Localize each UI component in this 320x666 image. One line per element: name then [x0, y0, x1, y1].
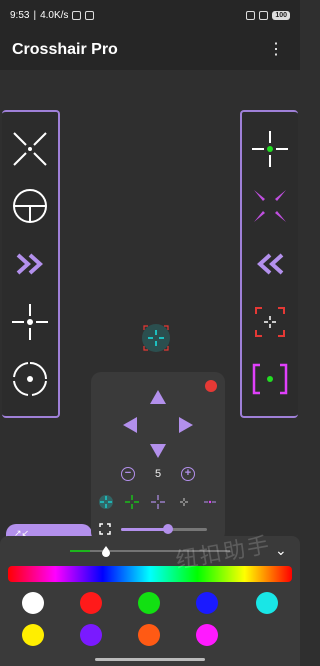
teal-crosshair-icon[interactable]: [97, 493, 115, 511]
hue-slider[interactable]: [8, 566, 292, 582]
teal-crosshair-icon: [142, 324, 170, 352]
crosshair-option-circle-gap[interactable]: [7, 356, 53, 402]
sim-icon: [246, 10, 256, 20]
notification-icon: [85, 10, 95, 20]
circle-scope-icon: [13, 189, 47, 224]
small-crosshair-icon[interactable]: [175, 493, 193, 511]
move-up-button[interactable]: [150, 390, 166, 404]
crosshair-option-green-dot[interactable]: [247, 126, 293, 172]
left-crosshair-panel: [2, 110, 60, 418]
panel-collapse-right[interactable]: [7, 241, 53, 287]
decrease-button[interactable]: −: [121, 467, 135, 481]
more-vert-icon[interactable]: ⋮: [264, 38, 288, 62]
scale-slider-fill: [121, 527, 169, 531]
notification-icon: [72, 10, 82, 20]
move-right-button[interactable]: [179, 417, 193, 433]
opacity-drop-icon: [102, 546, 110, 557]
x-cross-icon: [13, 132, 47, 166]
crosshair-option-scope[interactable]: [7, 183, 53, 229]
size-value: 5: [154, 468, 162, 480]
status-separator: |: [33, 9, 37, 21]
status-time: 9:53: [10, 9, 30, 21]
scale-row: [99, 522, 219, 536]
crosshair-style-row: [97, 492, 219, 512]
crosshair-option-purple-x[interactable]: [247, 183, 293, 229]
right-crosshair-panel: [240, 110, 298, 418]
dpad: [121, 388, 195, 462]
size-stepper: − 5 +: [121, 466, 195, 482]
color-swatch[interactable]: [138, 592, 160, 614]
chevron-down-icon[interactable]: ⌄: [275, 542, 287, 559]
crosshair-option-magenta-bracket[interactable]: [247, 356, 293, 402]
scale-slider[interactable]: [121, 523, 207, 534]
move-down-button[interactable]: [150, 444, 166, 458]
double-chevron-right-icon: [16, 253, 43, 275]
status-bar: 9:53 | 4.0K/s 100: [0, 0, 300, 30]
scale-slider-knob[interactable]: [163, 523, 174, 534]
purple-x-icon: [254, 190, 286, 223]
green-dot-crosshair-icon: [252, 130, 288, 167]
color-swatch[interactable]: [22, 624, 44, 646]
wifi-icon: [259, 10, 269, 20]
color-swatch[interactable]: [80, 592, 102, 614]
status-net-speed: 4.0K/s: [40, 9, 69, 21]
move-left-button[interactable]: [123, 417, 137, 433]
dot-crosshair-icon: [12, 303, 48, 340]
color-swatch[interactable]: [196, 592, 218, 614]
crosshair-preview[interactable]: [136, 318, 176, 358]
increase-button[interactable]: +: [181, 467, 195, 481]
home-indicator: [95, 658, 205, 661]
crosshair-option-x[interactable]: [7, 126, 53, 172]
color-swatch[interactable]: [80, 624, 102, 646]
purple-crosshair-icon[interactable]: [149, 493, 167, 511]
color-swatch[interactable]: [138, 624, 160, 646]
panel-collapse-left[interactable]: [247, 241, 293, 287]
double-chevron-left-icon: [257, 253, 284, 275]
crosshair-option-red-bracket[interactable]: [247, 299, 293, 345]
dot-crosshair-icon[interactable]: [201, 493, 219, 511]
color-swatch[interactable]: [22, 592, 44, 614]
green-crosshair-icon[interactable]: [123, 493, 141, 511]
red-corner-bracket-icon: [255, 306, 285, 337]
battery-icon: 100: [272, 10, 290, 20]
position-control-panel: − 5 +: [91, 372, 225, 542]
color-swatch[interactable]: [196, 624, 218, 646]
expand-icon: [99, 523, 111, 535]
close-button[interactable]: [205, 380, 217, 392]
magenta-bracket-dot-icon: [252, 363, 288, 395]
color-swatch[interactable]: [256, 592, 278, 614]
app-title: Crosshair Pro: [12, 41, 118, 58]
circle-gap-icon: [13, 362, 47, 397]
app-bar: Crosshair Pro ⋮: [0, 30, 300, 70]
color-swatches: [0, 592, 300, 662]
crosshair-option-dot[interactable]: [7, 299, 53, 345]
